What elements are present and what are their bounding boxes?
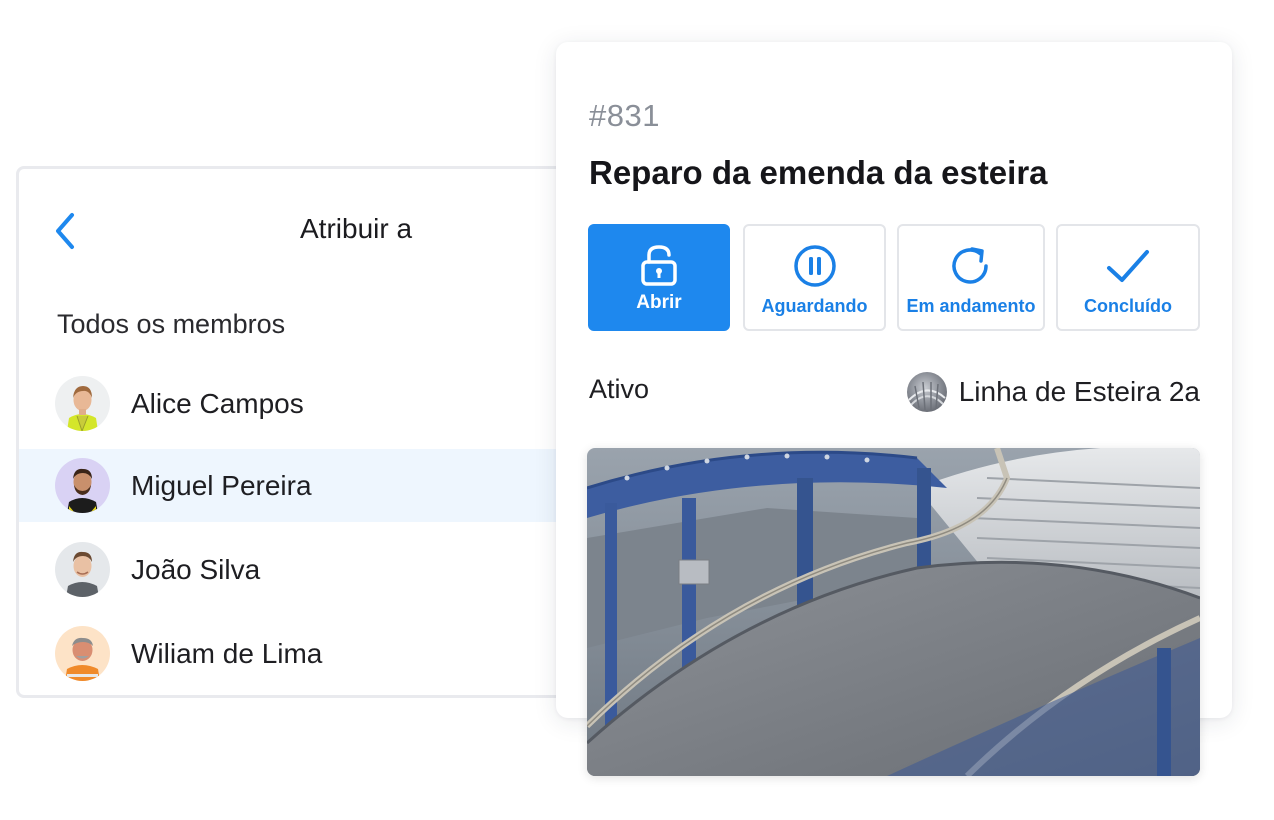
member-row-miguel-pereira[interactable]: Miguel Pereira: [19, 449, 593, 522]
conveyor-photo: [587, 448, 1200, 776]
checkmark-icon: [1107, 250, 1149, 282]
member-row-wiliam-de-lima[interactable]: Wiliam de Lima: [19, 617, 593, 690]
asset-name: Linha de Esteira 2a: [958, 376, 1200, 407]
chevron-left-icon: [56, 213, 74, 249]
assign-title: Atribuir a: [119, 213, 593, 245]
asset-status: Ativo: [589, 374, 650, 404]
member-name: Miguel Pereira: [131, 469, 312, 501]
status-open-button[interactable]: Abrir: [588, 224, 730, 331]
work-order-id: #831: [589, 98, 660, 133]
member-row-joao-silva[interactable]: João Silva: [19, 533, 593, 606]
asset-row: Ativo Linha de Esteira 2a: [589, 372, 1200, 412]
status-label: Concluído: [1084, 296, 1172, 316]
status-waiting-button[interactable]: Aguardando: [743, 224, 886, 331]
unlock-icon: [641, 245, 677, 286]
avatar: [55, 376, 110, 431]
avatar: [55, 542, 110, 597]
avatar: [55, 458, 110, 513]
avatar: [55, 626, 110, 681]
assign-panel: Atribuir a Todos os membros Alice Campos: [16, 166, 596, 698]
asset-thumbnail: [906, 372, 947, 412]
member-row-alice-campos[interactable]: Alice Campos: [19, 367, 593, 440]
all-members-label: Todos os membros: [57, 309, 286, 339]
assign-title-text: Atribuir a: [300, 213, 413, 244]
refresh-icon: [952, 247, 988, 284]
asset-link[interactable]: Linha de Esteira 2a: [906, 372, 1200, 412]
status-label: Em andamento: [906, 296, 1036, 316]
status-in-progress-button[interactable]: Em andamento: [897, 224, 1045, 331]
pause-circle-icon: [793, 245, 836, 287]
member-name: Alice Campos: [131, 387, 304, 419]
back-button[interactable]: [51, 211, 79, 251]
status-label: Aguardando: [761, 296, 868, 316]
work-order-title: Reparo da emenda da esteira: [589, 154, 1048, 191]
member-name: João Silva: [131, 553, 261, 585]
member-name: Wiliam de Lima: [131, 637, 323, 669]
status-done-button[interactable]: Concluído: [1056, 224, 1200, 331]
status-label: Abrir: [636, 292, 682, 313]
